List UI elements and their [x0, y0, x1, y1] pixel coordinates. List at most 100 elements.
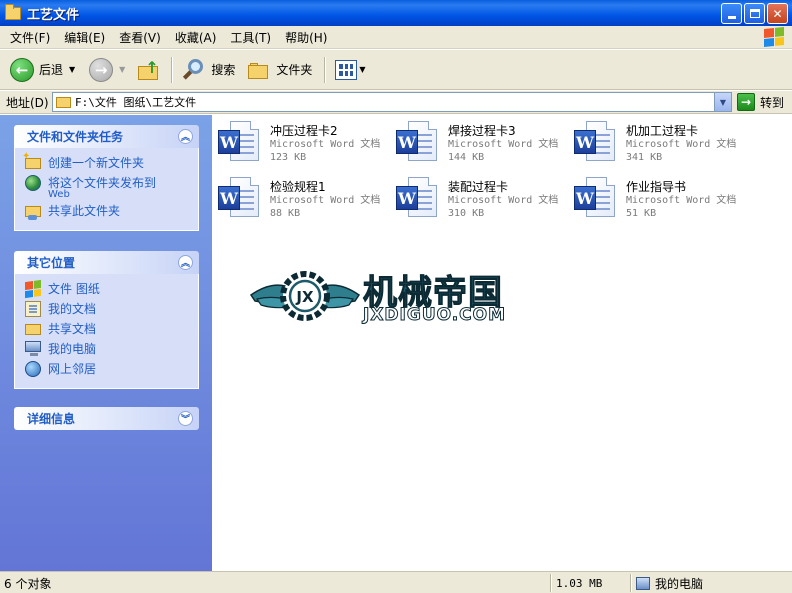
- menu-tools[interactable]: 工具(T): [230, 29, 271, 46]
- file-name: 检验规程1: [270, 180, 326, 194]
- logo-badge-text: JX: [295, 288, 314, 306]
- address-dropdown-icon[interactable]: ▼: [714, 93, 731, 111]
- place-label: 我的电脑: [48, 342, 97, 356]
- place-label: 网上邻居: [48, 362, 97, 376]
- file-type: Microsoft Word 文档: [270, 139, 381, 150]
- folder-icon: [56, 96, 71, 108]
- menu-favorites[interactable]: 收藏(A): [175, 29, 217, 46]
- minimize-button[interactable]: [721, 3, 742, 24]
- up-button[interactable]: ↑: [133, 53, 165, 87]
- forward-button[interactable]: → ▼: [85, 53, 129, 87]
- file-tasks-header[interactable]: 文件和文件夹任务 ︽: [14, 125, 199, 148]
- watermark-logo: JX 机械帝国 JXDIGUO.COM: [249, 265, 541, 327]
- expand-down-icon[interactable]: ︾: [178, 411, 193, 426]
- shared-documents-icon: [25, 324, 41, 335]
- menu-bar: 文件(F) 编辑(E) 查看(V) 收藏(A) 工具(T) 帮助(H): [0, 26, 792, 49]
- toolbar: ← 后退 ▼ → ▼ ↑ 搜索 文件夹 ▼: [0, 50, 792, 90]
- file-type: Microsoft Word 文档: [626, 195, 737, 206]
- file-tasks-body: 创建一个新文件夹 将这个文件夹发布到Web 共享此文件夹: [14, 148, 199, 231]
- place-network[interactable]: 网上邻居: [25, 360, 188, 380]
- menu-help[interactable]: 帮助(H): [285, 29, 327, 46]
- file-size: 310 KB: [448, 208, 485, 219]
- back-button[interactable]: ← 后退 ▼: [6, 53, 79, 87]
- task-share-folder[interactable]: 共享此文件夹: [25, 202, 188, 222]
- file-item[interactable]: W 作业指导书 Microsoft Word 文档 51 KB: [572, 176, 752, 226]
- file-name: 冲压过程卡2: [270, 124, 338, 138]
- file-size: 51 KB: [626, 208, 657, 219]
- menu-file[interactable]: 文件(F): [10, 29, 50, 46]
- views-dropdown-icon[interactable]: ▼: [359, 65, 365, 74]
- task-new-folder[interactable]: 创建一个新文件夹: [22, 151, 188, 174]
- back-dropdown-icon[interactable]: ▼: [69, 65, 75, 74]
- file-size: 341 KB: [626, 152, 663, 163]
- search-label: 搜索: [211, 63, 236, 77]
- folder-up-icon: ↑: [137, 58, 161, 82]
- globe-icon: [25, 175, 41, 191]
- collapse-up-icon[interactable]: ︽: [178, 255, 193, 270]
- close-icon: ✕: [772, 6, 783, 21]
- file-type: Microsoft Word 文档: [448, 139, 559, 150]
- folder-icon: [5, 3, 21, 20]
- task-label: 共享此文件夹: [48, 204, 121, 218]
- folders-icon: [247, 59, 271, 81]
- place-my-computer[interactable]: 我的电脑: [25, 340, 188, 360]
- title-bar[interactable]: 工艺文件 ✕: [0, 0, 792, 26]
- other-places-title: 其它位置: [27, 256, 76, 270]
- file-item[interactable]: W 焊接过程卡3 Microsoft Word 文档 144 KB: [394, 120, 574, 170]
- views-icon: [335, 59, 358, 80]
- collapse-up-icon[interactable]: ︽: [178, 129, 193, 144]
- other-places-header[interactable]: 其它位置 ︽: [14, 251, 199, 274]
- task-publish-web[interactable]: 将这个文件夹发布到 Web: [25, 174, 188, 202]
- file-item[interactable]: W 机加工过程卡 Microsoft Word 文档 341 KB: [572, 120, 752, 170]
- status-objects-text: 6 个对象: [4, 576, 52, 591]
- back-label: 后退: [39, 63, 64, 77]
- details-header[interactable]: 详细信息 ︾: [14, 407, 199, 430]
- place-my-documents[interactable]: 我的文档: [25, 300, 188, 320]
- forward-dropdown-icon[interactable]: ▼: [119, 65, 125, 74]
- windows-logo-icon: [25, 279, 41, 299]
- file-item[interactable]: W 冲压过程卡2 Microsoft Word 文档 123 KB: [216, 120, 396, 170]
- word-document-icon: W: [394, 120, 440, 166]
- share-folder-icon: [25, 206, 41, 220]
- my-computer-icon: [636, 576, 650, 590]
- details-panel: 详细信息 ︾: [14, 407, 199, 430]
- task-label: 创建一个新文件夹: [48, 156, 145, 170]
- folders-button[interactable]: 文件夹: [243, 53, 316, 87]
- logo-english-text: JXDIGUO.COM: [362, 305, 507, 326]
- window-title: 工艺文件: [27, 7, 80, 23]
- views-button[interactable]: ▼: [331, 53, 369, 87]
- other-places-body: 文件 图纸 我的文档 共享文档 我的电脑 网上邻居: [14, 274, 199, 389]
- go-button[interactable]: → 转到: [737, 93, 784, 111]
- status-size-text: 1.03 MB: [556, 576, 603, 590]
- file-item[interactable]: W 检验规程1 Microsoft Word 文档 88 KB: [216, 176, 396, 226]
- place-shared-documents[interactable]: 共享文档: [25, 320, 188, 340]
- file-tasks-title: 文件和文件夹任务: [27, 130, 124, 144]
- file-tasks-panel: 文件和文件夹任务 ︽ 创建一个新文件夹 将这个文件夹发布到Web 共享此文件夹: [14, 125, 199, 231]
- other-places-panel: 其它位置 ︽ 文件 图纸 我的文档 共享文档 我的电脑 网上邻居: [14, 251, 199, 389]
- place-parent-folder[interactable]: 文件 图纸: [25, 279, 188, 300]
- toolbar-separator: [171, 56, 173, 83]
- search-button[interactable]: 搜索: [178, 53, 239, 87]
- back-arrow-icon: ←: [10, 57, 34, 82]
- file-type: Microsoft Word 文档: [270, 195, 381, 206]
- toolbar-separator: [324, 56, 326, 83]
- file-list[interactable]: W 冲压过程卡2 Microsoft Word 文档 123 KB W 焊接过程…: [212, 115, 792, 571]
- close-button[interactable]: ✕: [767, 3, 788, 24]
- my-documents-icon: [25, 301, 41, 317]
- task-pane: 文件和文件夹任务 ︽ 创建一个新文件夹 将这个文件夹发布到Web 共享此文件夹 …: [0, 115, 212, 571]
- status-location-text: 我的电脑: [655, 576, 704, 591]
- file-item[interactable]: W 装配过程卡 Microsoft Word 文档 310 KB: [394, 176, 574, 226]
- minimize-icon: [727, 16, 736, 19]
- address-path: F:\文件 图纸\工艺文件: [75, 96, 197, 109]
- menu-edit[interactable]: 编辑(E): [64, 29, 105, 46]
- word-document-icon: W: [216, 120, 262, 166]
- file-name: 作业指导书: [626, 180, 687, 194]
- go-arrow-icon: →: [737, 93, 755, 111]
- file-type: Microsoft Word 文档: [626, 139, 737, 150]
- menu-view[interactable]: 查看(V): [119, 29, 161, 46]
- maximize-icon: [749, 9, 760, 18]
- address-input[interactable]: F:\文件 图纸\工艺文件 ▼: [52, 92, 732, 112]
- address-label: 地址(D): [6, 95, 49, 110]
- maximize-button[interactable]: [744, 3, 765, 24]
- windows-logo-icon: [764, 26, 784, 48]
